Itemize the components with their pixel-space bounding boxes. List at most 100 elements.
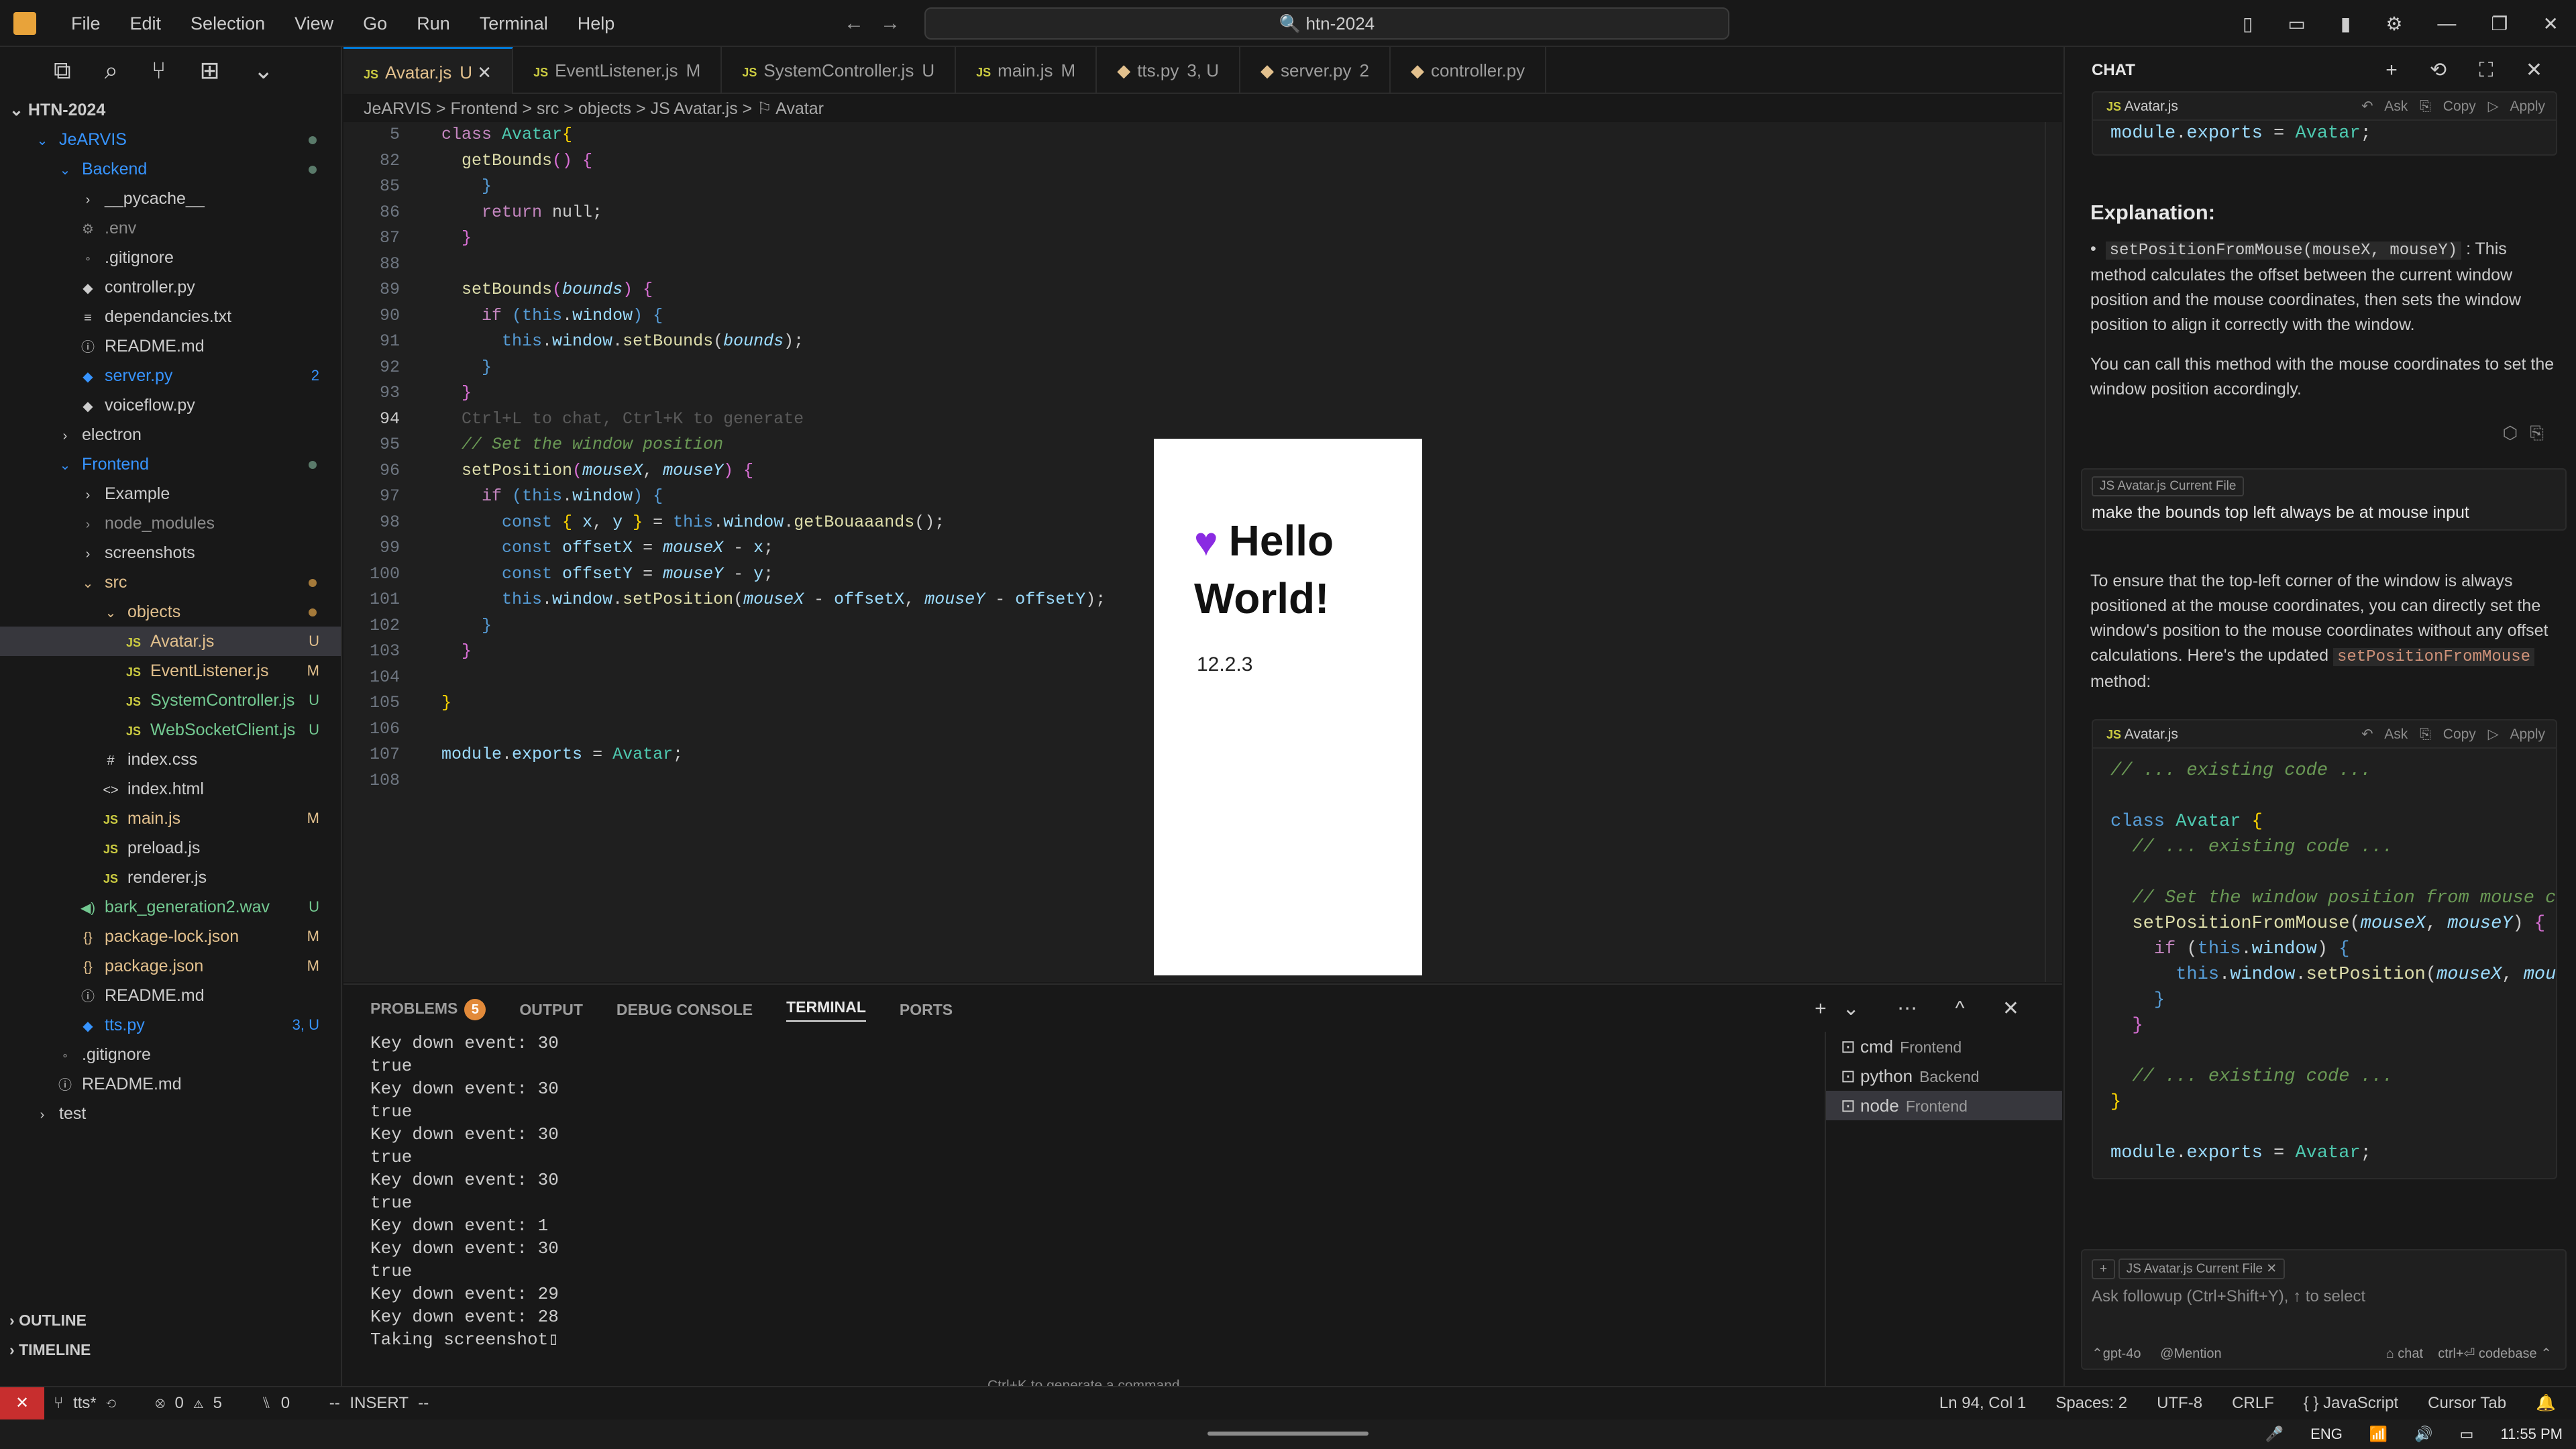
outline-header[interactable]: › OUTLINE — [0, 1305, 341, 1335]
tree-item[interactable]: JS main.js M — [0, 804, 341, 833]
panel-tab-debug-console[interactable]: DEBUG CONSOLE — [616, 1001, 753, 1019]
code-block-actions[interactable]: ↶ Ask ⎘ Copy ▷ Apply — [2361, 720, 2545, 749]
panel-tab-problems[interactable]: PROBLEMS 5 — [370, 999, 486, 1020]
tree-item[interactable]: ⓘ README.md — [0, 1069, 341, 1099]
panel-tab-terminal[interactable]: TERMINAL — [786, 998, 866, 1022]
tree-item[interactable]: JS WebSocketClient.js U — [0, 715, 341, 745]
tree-item[interactable]: ◆ server.py 2 — [0, 361, 341, 390]
tree-item[interactable]: ⚙ .env — [0, 213, 341, 243]
menu-item-file[interactable]: File — [56, 0, 115, 47]
status-item[interactable]: Spaces: 2 — [2055, 1387, 2127, 1419]
terminal-instance[interactable]: ⊡ cmd Frontend — [1826, 1032, 2062, 1061]
tree-item[interactable]: › test — [0, 1099, 341, 1128]
editor-tab[interactable]: ◆ server.py 2 — [1240, 47, 1391, 94]
mention-button[interactable]: @Mention — [2160, 1346, 2221, 1361]
tree-item[interactable]: # index.css — [0, 745, 341, 774]
editor-tab[interactable]: ◆ tts.py 3, U — [1097, 47, 1241, 94]
context-chip[interactable]: JS Avatar.js Current File — [2092, 476, 2245, 496]
tree-item[interactable]: › node_modules — [0, 508, 341, 538]
nav-arrows[interactable]: ←→ — [844, 12, 916, 35]
menu-item-terminal[interactable]: Terminal — [465, 0, 563, 47]
command-center-search[interactable]: 🔍 htn-2024 — [924, 7, 1729, 40]
close-window-icon[interactable]: ✕ — [2526, 13, 2576, 35]
editor-tab[interactable]: JS Avatar.js U ✕ — [343, 47, 514, 94]
tree-item[interactable]: › screenshots — [0, 538, 341, 568]
tree-item[interactable]: ⌄ Backend — [0, 154, 341, 184]
terminal-output[interactable]: Key down event: 30 true Key down event: 30… — [370, 1032, 1813, 1351]
model-select[interactable]: ⌃gpt-4o — [2092, 1346, 2141, 1361]
volume-icon[interactable]: 🔊 — [2414, 1419, 2432, 1449]
input-context-chip[interactable]: JS Avatar.js Current File ✕ — [2118, 1258, 2286, 1279]
panel-tab-ports[interactable]: PORTS — [900, 1001, 953, 1019]
tree-item[interactable]: ⓘ README.md — [0, 331, 341, 361]
tree-item[interactable]: JS renderer.js — [0, 863, 341, 892]
tree-item[interactable]: ◦ .gitignore — [0, 1040, 341, 1069]
copy-icons[interactable]: ⬡⎘ — [2503, 423, 2557, 444]
tree-item[interactable]: JS preload.js — [0, 833, 341, 863]
language-indicator[interactable]: ENG — [2310, 1419, 2343, 1449]
editor-tab[interactable]: JS EventListener.js M — [513, 47, 722, 94]
menu-item-selection[interactable]: Selection — [176, 0, 280, 47]
chat-input-box[interactable]: + JS Avatar.js Current File ✕ Ask follow… — [2081, 1249, 2567, 1370]
editor-tab[interactable]: ◆ controller.py — [1391, 47, 1547, 94]
tree-item[interactable]: ⓘ README.md — [0, 981, 341, 1010]
ports-indicator[interactable]: ⑊ 0 — [262, 1394, 290, 1412]
battery-icon[interactable]: ▭ — [2460, 1419, 2474, 1449]
microphone-icon[interactable]: 🎤 — [2265, 1419, 2284, 1449]
tree-item[interactable]: ◦ .gitignore — [0, 243, 341, 272]
tree-item[interactable]: JS SystemController.js U — [0, 686, 341, 715]
tree-item[interactable]: ◆ tts.py 3, U — [0, 1010, 341, 1040]
tree-item[interactable]: <> index.html — [0, 774, 341, 804]
more-chevron-icon[interactable]: ⌄ — [254, 56, 274, 85]
menu-item-run[interactable]: Run — [402, 0, 465, 47]
menu-item-help[interactable]: Help — [563, 0, 630, 47]
branch-indicator[interactable]: ⑂ tts* ⟲ — [54, 1394, 116, 1412]
toggle-secondary-sidebar-icon[interactable]: ▮ — [2323, 13, 2368, 35]
terminal-instance[interactable]: ⊡ node Frontend — [1826, 1091, 2062, 1120]
tree-item[interactable]: ⌄ Frontend — [0, 449, 341, 479]
timeline-header[interactable]: › TIMELINE — [0, 1335, 341, 1364]
status-item[interactable]: { } JavaScript — [2304, 1387, 2398, 1419]
user-message[interactable]: JS Avatar.js Current File make the bound… — [2081, 468, 2567, 531]
tree-item[interactable]: ⌄ objects — [0, 597, 341, 627]
search-icon[interactable]: ⌕ — [105, 56, 118, 85]
panel-actions[interactable]: +⌄ ⋯ ^ ✕ — [1815, 997, 2035, 1020]
tree-item[interactable]: ◀) bark_generation2.wav U — [0, 892, 341, 922]
chat-actions[interactable]: + ⟲ ⛶ ✕ — [2385, 47, 2556, 94]
editor-tab[interactable]: JS SystemController.js U — [722, 47, 957, 94]
tree-item[interactable]: ◆ voiceflow.py — [0, 390, 341, 420]
tree-item[interactable]: › electron — [0, 420, 341, 449]
clock[interactable]: 11:55 PM — [2500, 1419, 2563, 1449]
extensions-icon[interactable]: ⊞ — [200, 56, 220, 85]
tree-item[interactable]: ≡ dependancies.txt — [0, 302, 341, 331]
toggle-panel-icon[interactable]: ▭ — [2270, 13, 2322, 35]
close-tab-icon[interactable]: ✕ — [472, 62, 492, 83]
add-context-button[interactable]: + — [2092, 1259, 2116, 1279]
files-icon[interactable]: ⧉ — [54, 56, 71, 85]
minimize-icon[interactable]: — — [2420, 13, 2473, 34]
menu-item-edit[interactable]: Edit — [115, 0, 176, 47]
tree-item[interactable]: › __pycache__ — [0, 184, 341, 213]
tree-item[interactable]: ⌄ JeARVIS — [0, 125, 341, 154]
tree-item[interactable]: JS Avatar.js U — [0, 627, 341, 656]
editor-scrollbar[interactable] — [2045, 122, 2062, 982]
editor-tab[interactable]: JS main.js M — [956, 47, 1097, 94]
toggle-sidebar-icon[interactable]: ▯ — [2225, 13, 2270, 35]
terminal-instance[interactable]: ⊡ python Backend — [1826, 1061, 2062, 1091]
status-item[interactable]: 🔔 — [2536, 1387, 2556, 1419]
remote-icon[interactable]: ✕ — [0, 1387, 44, 1419]
codebase-button[interactable]: ctrl+⏎ codebase ⌃ — [2438, 1346, 2552, 1361]
settings-gear-icon[interactable]: ⚙ — [2368, 13, 2420, 35]
status-item[interactable]: CRLF — [2232, 1387, 2274, 1419]
status-item[interactable]: UTF-8 — [2157, 1387, 2202, 1419]
status-item[interactable]: Ln 94, Col 1 — [1939, 1387, 2026, 1419]
breadcrumb[interactable]: JeARVIS > Frontend > src > objects > JS … — [364, 95, 824, 122]
panel-tab-output[interactable]: OUTPUT — [519, 1001, 583, 1019]
tree-root[interactable]: ⌄ HTN-2024 — [0, 95, 341, 125]
restore-icon[interactable]: ❐ — [2473, 13, 2525, 35]
status-item[interactable]: Cursor Tab — [2428, 1387, 2506, 1419]
taskbar-handle[interactable] — [1208, 1432, 1368, 1436]
problems-indicator[interactable]: ⊗ 0 ⚠ 5 — [155, 1394, 222, 1412]
chat-submit-button[interactable]: ⌂ chat — [2386, 1346, 2423, 1361]
wifi-icon[interactable]: 📶 — [2369, 1419, 2387, 1449]
